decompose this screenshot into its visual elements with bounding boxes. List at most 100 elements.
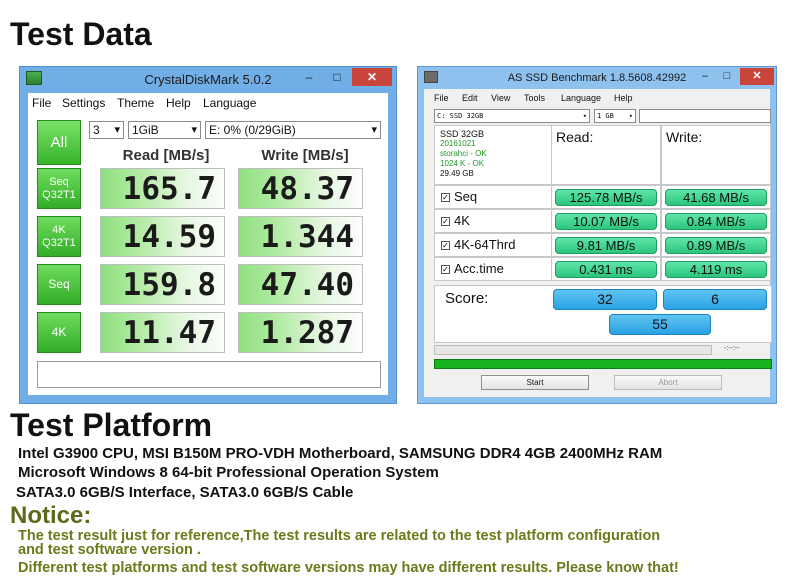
notice-line-3: Different test platforms and test softwa… — [18, 560, 679, 576]
chevron-down-icon: ▾ — [114, 124, 120, 136]
menu-edit[interactable]: Edit — [462, 93, 478, 103]
maximize-button[interactable]: □ — [716, 68, 738, 85]
seq-read-value: 125.78 MB/s — [555, 189, 657, 206]
drive-value: E: 0% (0/29GiB) — [209, 123, 296, 137]
test-platform-heading: Test Platform — [10, 407, 213, 443]
acc-time-write-cell: 4.119 ms — [661, 257, 771, 281]
test-size-value: 1GiB — [132, 123, 159, 137]
run-all-button[interactable]: All — [37, 120, 81, 165]
checkbox-checked-icon[interactable]: ✓ — [441, 217, 450, 226]
start-button[interactable]: Start — [481, 375, 589, 390]
menu-tools[interactable]: Tools — [524, 93, 545, 103]
menu-language[interactable]: Language — [203, 96, 256, 110]
menu-help[interactable]: Help — [166, 96, 191, 110]
minimize-button[interactable]: – — [296, 68, 322, 86]
as-size-select[interactable]: 1 GB ▾ — [594, 109, 636, 123]
4k-write-cell: 0.84 MB/s — [661, 209, 771, 233]
checkbox-checked-icon[interactable]: ✓ — [441, 193, 450, 202]
row-label-line1: Seq — [48, 277, 70, 291]
4k-64thrd-read-cell: 9.81 MB/s — [551, 233, 661, 257]
as-extra-field[interactable] — [639, 109, 771, 123]
seq-q32t1-button[interactable]: Seq Q32T1 — [37, 168, 81, 209]
as-read-header-text: Read: — [556, 129, 594, 145]
as-drive-select[interactable]: C: SSD 32GB ▾ — [434, 109, 590, 123]
as-ssd-titlebar[interactable]: AS SSD Benchmark 1.8.5608.42992 – □ ✕ — [418, 67, 776, 89]
drive-driver-status: storahci - OK — [440, 149, 487, 158]
elapsed-time: -:--:-- — [724, 345, 740, 352]
abort-button[interactable]: Abort — [614, 375, 722, 390]
row-label-line2: Q32T1 — [42, 236, 76, 249]
as-ssd-window: AS SSD Benchmark 1.8.5608.42992 – □ ✕ Fi… — [417, 66, 777, 404]
notice-heading: Notice: — [10, 502, 92, 529]
row-label-line1: 4K — [51, 325, 67, 339]
seq-write-value: 41.68 MB/s — [665, 189, 767, 206]
seq-read-value: 159.8 — [100, 264, 225, 305]
drive-info-panel: SSD 32GB 20161021 storahci - OK 1024 K -… — [434, 125, 552, 185]
score-panel: Score: 32 6 55 — [434, 285, 772, 343]
cdm-menubar: File Settings Theme Help Language — [28, 93, 388, 113]
seq-row-label[interactable]: ✓ Seq — [434, 185, 552, 209]
close-button[interactable]: ✕ — [352, 68, 392, 86]
platform-hardware-line: Intel G3900 CPU, MSI B150M PRO-VDH Mothe… — [18, 445, 663, 462]
4k-read-value: 11.47 — [100, 312, 225, 353]
as-write-header-text: Write: — [666, 129, 703, 145]
platform-interface-line: SATA3.0 6GB/S Interface, SATA3.0 6GB/S C… — [16, 484, 354, 501]
menu-language[interactable]: Language — [561, 93, 601, 103]
4k-q32t1-read-value: 14.59 — [100, 216, 225, 257]
4k-read-cell: 10.07 MB/s — [551, 209, 661, 233]
menu-file[interactable]: File — [32, 96, 51, 110]
4k-q32t1-write-value: 1.344 — [238, 216, 363, 257]
drive-model: SSD 32GB — [440, 129, 485, 139]
close-button[interactable]: ✕ — [740, 68, 774, 85]
seq-write-value: 47.40 — [238, 264, 363, 305]
score-label: Score: — [445, 290, 489, 307]
as-drive-value: C: SSD 32GB — [437, 112, 484, 120]
drive-firmware: 20161021 — [440, 139, 476, 148]
4k-read-value: 10.07 MB/s — [555, 213, 657, 230]
acc-time-row-label[interactable]: ✓ Acc.time — [434, 257, 552, 281]
test-size-select[interactable]: 1GiB ▾ — [128, 121, 201, 139]
test-count-value: 3 — [93, 123, 100, 137]
minimize-button[interactable]: – — [694, 68, 716, 85]
acc-time-write-value: 4.119 ms — [665, 261, 767, 278]
maximize-button[interactable]: □ — [324, 68, 350, 86]
menu-theme[interactable]: Theme — [117, 96, 154, 110]
cdm-titlebar[interactable]: CrystalDiskMark 5.0.2 – □ ✕ — [20, 67, 396, 91]
4k-write-value: 0.84 MB/s — [665, 213, 767, 230]
seq-write-cell: 41.68 MB/s — [661, 185, 771, 209]
platform-os-line: Microsoft Windows 8 64-bit Professional … — [18, 464, 439, 481]
menu-view[interactable]: View — [491, 93, 510, 103]
4k-64thrd-read-value: 9.81 MB/s — [555, 237, 657, 254]
checkbox-checked-icon[interactable]: ✓ — [441, 265, 450, 274]
seq-button[interactable]: Seq — [37, 264, 81, 305]
4k-row-label[interactable]: ✓ 4K — [434, 209, 552, 233]
read-column-header: Read [MB/s] — [122, 147, 210, 164]
as-write-column-header: Write: — [661, 125, 771, 185]
as-ssd-client-area: File Edit View Tools Language Help C: SS… — [424, 89, 772, 397]
seq-read-cell: 125.78 MB/s — [551, 185, 661, 209]
checkbox-checked-icon[interactable]: ✓ — [441, 241, 450, 250]
score-read: 32 — [553, 289, 657, 310]
row-label-text: Seq — [454, 189, 478, 204]
score-total: 55 — [609, 314, 711, 335]
menu-settings[interactable]: Settings — [62, 96, 105, 110]
comment-field[interactable] — [37, 361, 381, 388]
cdm-client-area: File Settings Theme Help Language All 3 ▾… — [28, 93, 388, 395]
drive-select[interactable]: E: 0% (0/29GiB) ▾ — [205, 121, 381, 139]
4k-q32t1-button[interactable]: 4K Q32T1 — [37, 216, 81, 257]
4k-64thrd-write-cell: 0.89 MB/s — [661, 233, 771, 257]
menu-help[interactable]: Help — [614, 93, 633, 103]
4k-button[interactable]: 4K — [37, 312, 81, 353]
row-label-text: 4K — [454, 213, 470, 228]
test-count-select[interactable]: 3 ▾ — [89, 121, 124, 139]
menu-file[interactable]: File — [434, 93, 449, 103]
row-label-line2: Q32T1 — [42, 188, 76, 201]
chevron-down-icon: ▾ — [582, 112, 587, 120]
4k-64thrd-row-label[interactable]: ✓ 4K-64Thrd — [434, 233, 552, 257]
notice-line-2: and test software version . — [18, 542, 201, 558]
overall-progress-bar — [434, 359, 772, 369]
row-label-text: Acc.time — [454, 261, 504, 276]
acc-time-read-value: 0.431 ms — [555, 261, 657, 278]
crystaldiskmark-window: CrystalDiskMark 5.0.2 – □ ✕ File Setting… — [19, 66, 397, 404]
drive-alignment-status: 1024 K - OK — [440, 159, 485, 168]
